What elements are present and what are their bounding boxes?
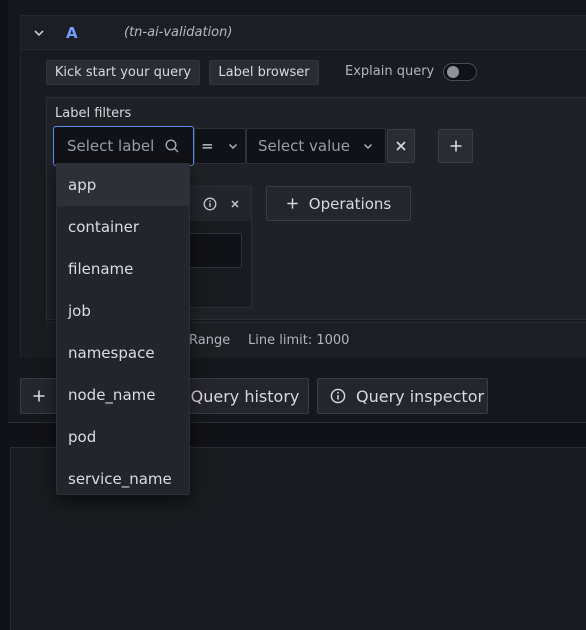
plus-icon: [450, 140, 461, 152]
label-option-job[interactable]: job: [57, 290, 189, 332]
collapse-row-button[interactable]: [30, 24, 48, 42]
info-icon: [330, 388, 346, 404]
label-filters-title: Label filters: [55, 106, 132, 121]
label-option-service-name[interactable]: service_name: [57, 458, 189, 500]
plus-icon: [287, 198, 298, 209]
query-row-header: [20, 15, 586, 50]
explain-query-toggle[interactable]: [443, 63, 477, 81]
label-option-namespace[interactable]: namespace: [57, 332, 189, 374]
label-browser-button[interactable]: Label browser: [209, 60, 319, 85]
info-icon[interactable]: [203, 197, 217, 211]
close-icon[interactable]: [229, 198, 241, 210]
value-select[interactable]: Select value: [246, 128, 386, 164]
kick-start-button[interactable]: Kick start your query: [46, 60, 200, 85]
plus-icon: [33, 390, 45, 402]
value-select-placeholder: Select value: [258, 137, 351, 155]
explain-query-label: Explain query: [345, 64, 435, 79]
label-option-node-name[interactable]: node_name: [57, 374, 189, 416]
query-inspector-button[interactable]: Query inspector: [317, 378, 488, 414]
range-option: Range: [189, 333, 231, 348]
datasource-name: (tn-ai-validation): [124, 25, 233, 40]
toggle-knob: [447, 66, 459, 78]
query-letter[interactable]: A: [66, 24, 78, 42]
query-history-label: Query history: [190, 386, 300, 406]
label-option-container[interactable]: container: [57, 206, 189, 248]
add-filter-button[interactable]: [438, 129, 473, 163]
line-limit-option: Line limit: 1000: [248, 333, 350, 348]
chevron-down-icon: [34, 30, 44, 37]
operator-select[interactable]: =: [194, 128, 246, 164]
query-inspector-label: Query inspector: [356, 386, 485, 406]
operator-value: =: [201, 137, 214, 155]
label-select-placeholder: Select label: [67, 137, 155, 155]
query-history-button[interactable]: Query history: [181, 378, 309, 414]
label-select[interactable]: Select label: [53, 126, 194, 166]
search-icon: [165, 139, 179, 153]
chevron-down-icon: [363, 143, 373, 150]
chevron-down-icon: [228, 143, 237, 150]
label-dropdown-menu: app container filename job namespace node_nam…: [56, 163, 190, 495]
label-option-filename[interactable]: filename: [57, 248, 189, 290]
label-option-pod[interactable]: pod: [57, 416, 189, 458]
label-dropdown-list: app container filename job namespace node_nam…: [57, 164, 189, 500]
operations-label: Operations: [308, 194, 392, 213]
remove-filter-button[interactable]: [387, 129, 415, 163]
close-icon: [396, 141, 406, 151]
label-option-app[interactable]: app: [57, 164, 189, 206]
operations-button[interactable]: Operations: [266, 186, 411, 221]
